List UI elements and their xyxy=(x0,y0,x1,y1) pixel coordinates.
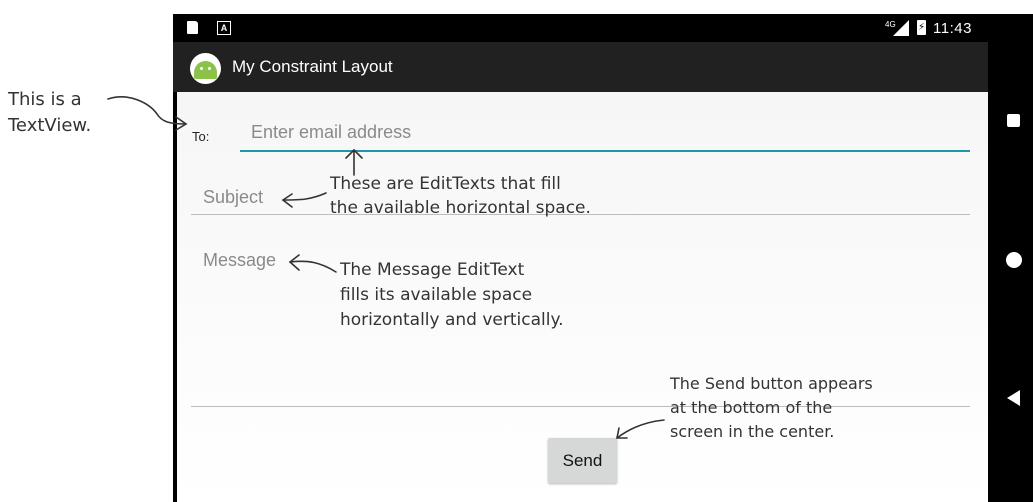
arrow-to-textview xyxy=(107,96,187,125)
annotation-arrows xyxy=(107,96,665,439)
arrow-to-message-field xyxy=(289,260,337,273)
arrow-to-message-field-head xyxy=(288,254,300,271)
arrow-to-send-button xyxy=(616,419,665,439)
